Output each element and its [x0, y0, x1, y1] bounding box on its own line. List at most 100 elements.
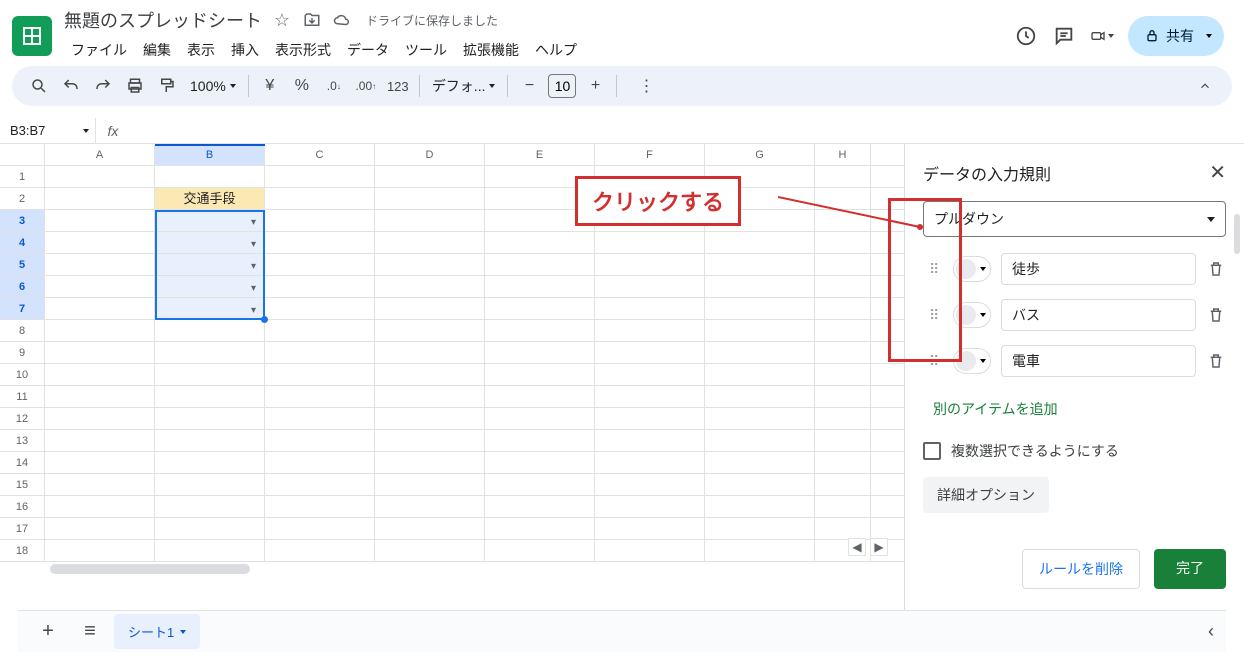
cell[interactable]	[45, 320, 155, 341]
drag-handle-icon[interactable]: ⠿	[929, 266, 943, 272]
cell[interactable]	[815, 408, 871, 429]
zoom-select[interactable]: 100%	[184, 78, 242, 94]
cell[interactable]	[485, 496, 595, 517]
cell[interactable]	[375, 452, 485, 473]
cell[interactable]	[265, 386, 375, 407]
cell[interactable]	[45, 232, 155, 253]
row-header[interactable]: 8	[0, 320, 45, 341]
cell[interactable]	[375, 430, 485, 451]
cell[interactable]	[265, 408, 375, 429]
select-all-corner[interactable]	[0, 144, 45, 165]
cell[interactable]	[705, 342, 815, 363]
cell[interactable]	[265, 452, 375, 473]
cell[interactable]	[375, 540, 485, 561]
row-header[interactable]: 4	[0, 232, 45, 253]
cell[interactable]	[265, 364, 375, 385]
cell[interactable]	[45, 298, 155, 319]
cell[interactable]	[595, 408, 705, 429]
row-header[interactable]: 1	[0, 166, 45, 187]
cell[interactable]	[155, 210, 265, 231]
cell[interactable]	[815, 298, 871, 319]
cell[interactable]	[705, 452, 815, 473]
color-chip-select[interactable]	[953, 256, 991, 282]
increase-font-icon[interactable]: +	[580, 71, 610, 101]
row-header[interactable]: 3	[0, 210, 45, 231]
cell[interactable]	[155, 276, 265, 297]
cell[interactable]	[705, 276, 815, 297]
cell[interactable]	[815, 276, 871, 297]
cell[interactable]	[375, 298, 485, 319]
number-format-icon[interactable]: 123	[383, 71, 413, 101]
multi-select-checkbox[interactable]	[923, 442, 941, 460]
collapse-toolbar-icon[interactable]	[1190, 71, 1220, 101]
cell[interactable]	[45, 276, 155, 297]
cell[interactable]	[705, 408, 815, 429]
font-select[interactable]: デフォ...	[426, 76, 502, 96]
history-icon[interactable]	[1014, 24, 1038, 48]
cell[interactable]	[45, 540, 155, 561]
cell[interactable]	[265, 540, 375, 561]
cell[interactable]	[265, 496, 375, 517]
cell[interactable]	[265, 254, 375, 275]
more-icon[interactable]: ⋮	[631, 71, 661, 101]
col-header[interactable]: D	[375, 144, 485, 165]
cell[interactable]	[815, 364, 871, 385]
row-header[interactable]: 10	[0, 364, 45, 385]
scroll-right-icon[interactable]: ▶	[870, 538, 888, 556]
cell[interactable]	[375, 320, 485, 341]
cell[interactable]	[265, 210, 375, 231]
increase-decimal-icon[interactable]: .00↑	[351, 71, 381, 101]
cell[interactable]	[485, 452, 595, 473]
cell[interactable]	[375, 276, 485, 297]
cell[interactable]	[485, 342, 595, 363]
cell[interactable]	[595, 474, 705, 495]
cell[interactable]	[705, 298, 815, 319]
print-icon[interactable]	[120, 71, 150, 101]
cell[interactable]	[815, 342, 871, 363]
row-header[interactable]: 16	[0, 496, 45, 517]
col-header[interactable]: A	[45, 144, 155, 165]
color-chip-select[interactable]	[953, 302, 991, 328]
cell[interactable]	[705, 254, 815, 275]
cell[interactable]	[375, 386, 485, 407]
cell[interactable]	[595, 540, 705, 561]
advanced-options-button[interactable]: 詳細オプション	[923, 477, 1049, 513]
cell[interactable]	[155, 452, 265, 473]
cell[interactable]	[155, 386, 265, 407]
cell[interactable]	[45, 474, 155, 495]
cell[interactable]	[815, 188, 871, 209]
decrease-decimal-icon[interactable]: .0↓	[319, 71, 349, 101]
cell[interactable]	[485, 232, 595, 253]
cell[interactable]	[705, 518, 815, 539]
cell[interactable]	[375, 188, 485, 209]
trash-icon[interactable]	[1206, 305, 1226, 325]
menu-data[interactable]: データ	[340, 36, 396, 64]
cell[interactable]	[375, 232, 485, 253]
cell[interactable]	[375, 364, 485, 385]
cell[interactable]	[155, 364, 265, 385]
row-header[interactable]: 13	[0, 430, 45, 451]
cell[interactable]	[595, 364, 705, 385]
cell[interactable]	[485, 518, 595, 539]
trash-icon[interactable]	[1206, 259, 1226, 279]
criteria-select[interactable]: プルダウン	[923, 201, 1226, 237]
meet-icon[interactable]	[1090, 24, 1114, 48]
cell[interactable]	[595, 496, 705, 517]
row-header[interactable]: 5	[0, 254, 45, 275]
cell[interactable]	[155, 166, 265, 187]
menu-help[interactable]: ヘルプ	[528, 36, 584, 64]
menu-edit[interactable]: 編集	[136, 36, 178, 64]
cell[interactable]	[45, 166, 155, 187]
cell[interactable]	[595, 298, 705, 319]
cell[interactable]	[45, 188, 155, 209]
cell[interactable]	[265, 320, 375, 341]
trash-icon[interactable]	[1206, 351, 1226, 371]
share-dropdown[interactable]	[1194, 16, 1224, 56]
star-icon[interactable]: ☆	[272, 10, 292, 30]
row-header[interactable]: 11	[0, 386, 45, 407]
cell[interactable]	[595, 518, 705, 539]
dv-value-input[interactable]: 電車	[1001, 345, 1196, 377]
cell[interactable]	[155, 298, 265, 319]
sheet-tab[interactable]: シート1	[114, 614, 200, 649]
cell[interactable]	[815, 210, 871, 231]
